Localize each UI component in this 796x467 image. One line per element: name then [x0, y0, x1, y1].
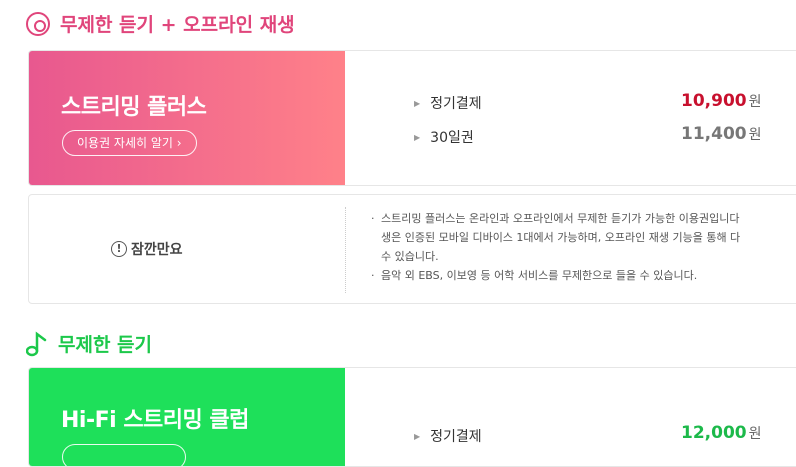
section-title-unlimited: 무제한 듣기 — [26, 330, 152, 357]
notice-list: 스트리밍 플러스는 온라인과 오프라인에서 무제한 듣기가 가능한 이용권입니다… — [369, 209, 796, 285]
notice-item: 스트리밍 플러스는 온라인과 오프라인에서 무제한 듣기가 가능한 이용권입니다 — [369, 209, 796, 228]
notice-item: 음악 외 EBS, 이보영 등 어학 서비스를 무제한으로 들을 수 있습니다. — [369, 266, 796, 285]
plan-price: 11,400 원 — [681, 124, 762, 144]
detail-button[interactable] — [62, 444, 186, 466]
product-name: 스트리밍 플러스 — [61, 95, 207, 120]
notice-box: ! 잠깐만요 스트리밍 플러스는 온라인과 오프라인에서 무제한 듣기가 가능한… — [28, 194, 796, 304]
section-title-unlimited-text: 무제한 듣기 — [58, 334, 153, 356]
plan-label: 정기결제 — [430, 96, 482, 112]
divider — [345, 207, 346, 293]
music-note-icon — [26, 331, 48, 357]
notice-item-continued: 수 있습니다. — [381, 250, 439, 263]
triangle-right-icon: ▶ — [414, 98, 421, 108]
plan-label: 정기결제 — [430, 429, 482, 445]
plan-label: 30일권 — [430, 130, 474, 146]
plan-price: 12,000 원 — [681, 423, 762, 443]
hifi-club-card: Hi-Fi 스트리밍 클럽 ▶ 정기결제 12,000 원 — [28, 367, 796, 467]
section-title-offline: 무제한 듣기 + 오프라인 재생 — [26, 10, 295, 37]
triangle-right-icon: ▶ — [414, 431, 421, 441]
notice-label: ! 잠깐만요 — [111, 239, 183, 259]
plan-row-monthly[interactable]: ▶ 정기결제 — [414, 426, 482, 446]
section-title-offline-text: 무제한 듣기 + 오프라인 재생 — [60, 14, 295, 36]
disc-icon — [26, 11, 50, 36]
triangle-right-icon: ▶ — [414, 132, 421, 142]
detail-button[interactable]: 이용권 자세히 알기 › — [62, 130, 197, 156]
streaming-plus-card: 스트리밍 플러스 이용권 자세히 알기 › ▶ 정기결제 10,900 원 ▶ 3… — [28, 50, 796, 186]
notice-item-continued: 생은 인증된 모바일 디바이스 1대에서 가능하며, 오프라인 재생 기능을 통… — [381, 231, 741, 244]
plan-price: 10,900 원 — [681, 91, 762, 111]
plan-row-30day[interactable]: ▶ 30일권 — [414, 127, 474, 147]
streaming-plus-banner: 스트리밍 플러스 이용권 자세히 알기 › — [29, 51, 345, 185]
product-name: Hi-Fi 스트리밍 클럽 — [61, 408, 249, 433]
exclamation-circle-icon: ! — [111, 241, 127, 257]
hifi-club-banner: Hi-Fi 스트리밍 클럽 — [29, 368, 345, 466]
plan-row-monthly[interactable]: ▶ 정기결제 — [414, 93, 482, 113]
